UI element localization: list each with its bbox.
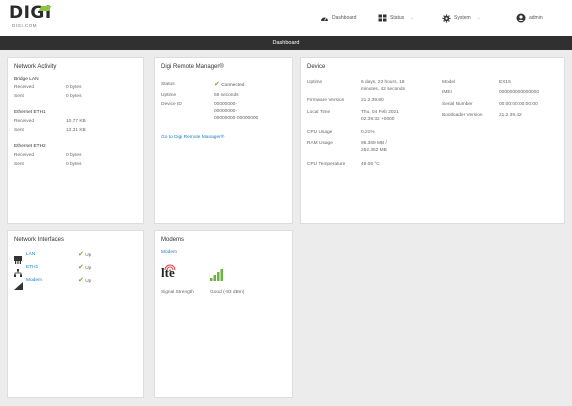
card-title: Network Activity bbox=[14, 64, 57, 70]
connection-status: ✔ Connected bbox=[214, 80, 244, 88]
eth1-label: Ethernet ETH1 bbox=[14, 110, 46, 115]
uptime-value: 58 seconds bbox=[214, 93, 239, 98]
dashboard-icon bbox=[320, 14, 329, 22]
imei-label: IMEI bbox=[442, 90, 452, 95]
status-value: Up bbox=[85, 266, 92, 271]
ram-usage-label: RAM Usage bbox=[307, 141, 333, 146]
sent-label: Sent bbox=[14, 162, 24, 167]
check-icon: ✔ bbox=[78, 251, 84, 258]
status-label: Status bbox=[161, 82, 175, 87]
remote-manager-link[interactable]: Go to Digi Remote Manager® bbox=[161, 135, 224, 140]
network-activity-card: Network Activity Bridge LAN Received 0 b… bbox=[7, 57, 144, 224]
sent-value: 0 bytes bbox=[66, 162, 82, 167]
top-bar: DIGI DIGI.COM Dashboard Status ⌄ System … bbox=[0, 0, 572, 36]
lte-label: lte bbox=[161, 265, 175, 280]
signal-bars-icon bbox=[210, 268, 224, 286]
received-label: Received bbox=[14, 153, 34, 158]
cpu-temp-label: CPU Temperature bbox=[307, 162, 346, 167]
imei-value: 000000000000000 bbox=[499, 90, 540, 95]
modem-link[interactable]: Modem bbox=[161, 250, 177, 255]
nav-dashboard-label: Dashboard bbox=[332, 15, 357, 21]
interface-status: ✔ Up bbox=[78, 250, 91, 258]
logo-sub: DIGI.COM bbox=[12, 23, 37, 28]
uptime-label: Uptime bbox=[161, 93, 177, 98]
cpu-usage-label: CPU Usage bbox=[307, 130, 333, 135]
model-value: EX15 bbox=[499, 80, 511, 85]
nav-system[interactable]: System ⌄ bbox=[442, 13, 487, 23]
received-value: 10.77 KB bbox=[66, 119, 86, 124]
interface-link[interactable]: LAN bbox=[26, 252, 35, 257]
ram-usage-value: 96.369 MB / bbox=[361, 141, 387, 146]
signal-strength-value: Good (-93 dBm) bbox=[210, 290, 245, 295]
user-icon bbox=[516, 13, 526, 23]
nav-user-label: admin bbox=[529, 15, 543, 21]
status-value: Up bbox=[85, 253, 92, 258]
firmware-value: 21.2.39.80 bbox=[361, 98, 384, 103]
nav-user[interactable]: admin bbox=[516, 13, 543, 23]
sent-label: Sent bbox=[14, 94, 24, 99]
model-label: Model bbox=[442, 80, 456, 85]
bootloader-label: Bootloader Version bbox=[442, 113, 483, 118]
interface-link[interactable]: ETH1 bbox=[26, 265, 38, 270]
status-value: Connected bbox=[221, 83, 245, 88]
nav-dashboard[interactable]: Dashboard bbox=[320, 13, 356, 23]
signal-icon bbox=[14, 277, 23, 295]
gear-icon bbox=[442, 13, 451, 23]
cpu-temp-value: 49.06 °C bbox=[361, 162, 380, 167]
page-title: Dashboard bbox=[0, 36, 572, 50]
device-id-label: Device ID bbox=[161, 102, 182, 107]
device-id-line: 00000000-00000000 bbox=[214, 116, 259, 121]
eth2-label: Ethernet ETH2 bbox=[14, 144, 46, 149]
card-title: Device bbox=[307, 64, 326, 70]
nav-status-label: Status bbox=[390, 15, 405, 21]
nav-status[interactable]: Status ⌄ bbox=[378, 13, 420, 23]
sent-value: 0 bytes bbox=[66, 94, 82, 99]
received-value: 0 bytes bbox=[66, 153, 82, 158]
check-icon: ✔ bbox=[78, 277, 84, 284]
card-title: Network Interfaces bbox=[14, 237, 65, 243]
sent-label: Sent bbox=[14, 128, 24, 133]
received-label: Received bbox=[14, 85, 34, 90]
status-icon bbox=[378, 14, 387, 22]
modems-card: Modems Modem lte Signal Strength Good (-… bbox=[154, 230, 293, 398]
received-value: 0 bytes bbox=[66, 85, 82, 90]
firmware-label: Firmware Version bbox=[307, 98, 345, 103]
serial-label: Serial Number bbox=[442, 102, 473, 107]
cpu-usage-value: 0.21% bbox=[361, 130, 375, 135]
chevron-down-icon: ⌄ bbox=[476, 15, 481, 21]
local-time-value: Thu, 04 Feb 2021 bbox=[361, 110, 399, 115]
device-id-line: 00000000- bbox=[214, 109, 237, 114]
bridge-lan-label: Bridge LAN bbox=[14, 77, 39, 82]
uptime-label: Uptime bbox=[307, 80, 323, 85]
sent-value: 13.31 KB bbox=[66, 128, 86, 133]
uptime-value: 6 days, 23 hours, 18 bbox=[361, 80, 405, 85]
interface-link[interactable]: Modem bbox=[26, 278, 42, 283]
status-value: Up bbox=[85, 279, 92, 284]
ram-usage-value: 252.352 MB bbox=[361, 148, 387, 153]
nav-system-label: System bbox=[454, 15, 471, 21]
signal-strength-label: Signal Strength bbox=[161, 290, 194, 295]
device-card: Device Uptime 6 days, 23 hours, 18 minut… bbox=[300, 57, 565, 224]
interface-status: ✔ Up bbox=[78, 263, 91, 271]
bootloader-value: 21.2.39.42 bbox=[499, 113, 522, 118]
card-title: Modems bbox=[161, 237, 185, 243]
network-interfaces-card: Network Interfaces LAN ✔ Up ETH1 ✔ Up Mo… bbox=[7, 230, 144, 398]
check-icon: ✔ bbox=[214, 81, 220, 88]
device-id-line: 00000000- bbox=[214, 102, 237, 107]
card-title: Digi Remote Manager® bbox=[161, 64, 224, 70]
local-time-label: Local Time bbox=[307, 110, 331, 115]
local-time-value: 02:39:32 +0000 bbox=[361, 117, 395, 122]
remote-manager-card: Digi Remote Manager® Status ✔ Connected … bbox=[154, 57, 293, 224]
chevron-down-icon: ⌄ bbox=[410, 15, 415, 21]
uptime-value: minutes, 42 seconds bbox=[361, 87, 405, 92]
serial-value: 00:00:00:00:00:00 bbox=[499, 102, 538, 107]
check-icon: ✔ bbox=[78, 264, 84, 271]
interface-status: ✔ Up bbox=[78, 276, 91, 284]
received-label: Received bbox=[14, 119, 34, 124]
digi-logo[interactable]: DIGI DIGI.COM bbox=[9, 5, 52, 29]
